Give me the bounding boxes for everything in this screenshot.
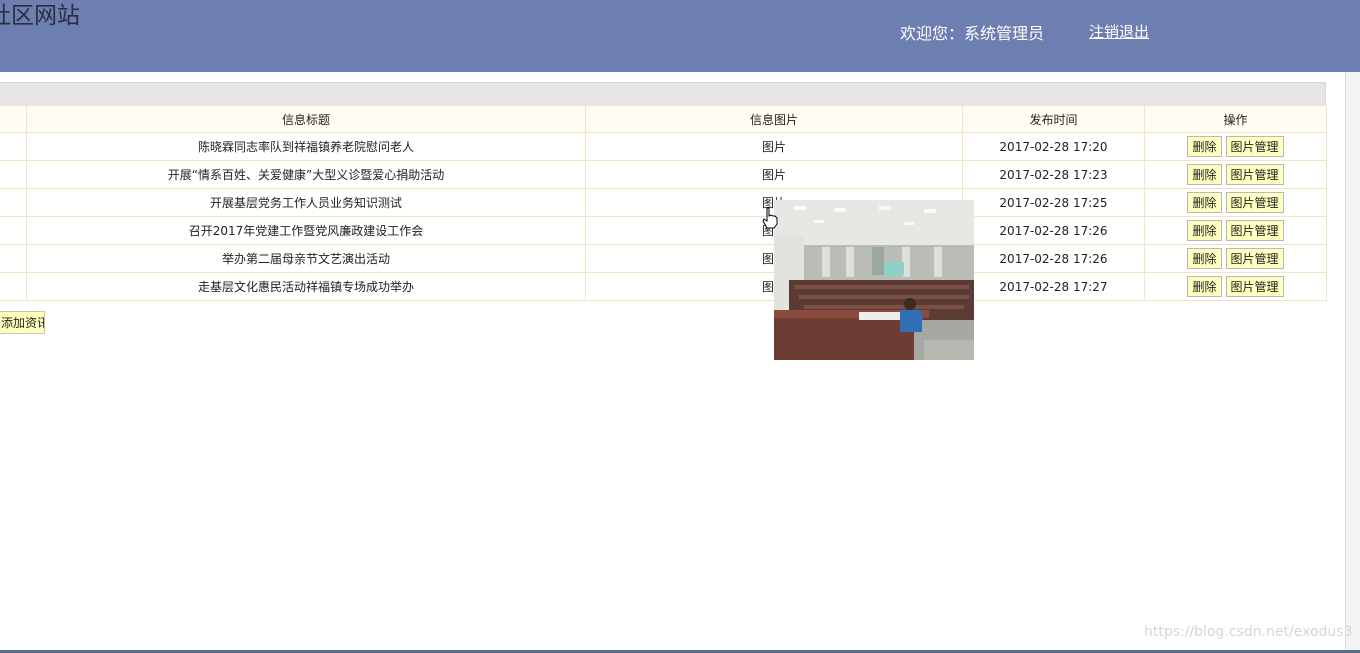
- image-manage-button[interactable]: 图片管理: [1225, 248, 1284, 269]
- table-header-row: 信息标题 信息图片 发布时间 操作: [0, 105, 1327, 133]
- row-time: 2017-02-28 17:25: [962, 188, 1145, 217]
- add-news-button[interactable]: 添加资讯: [0, 311, 45, 334]
- row-time: 2017-02-28 17:26: [962, 244, 1145, 273]
- row-actions: 删除 图片管理: [1144, 160, 1327, 189]
- delete-button[interactable]: 删除: [1187, 192, 1222, 213]
- row-title: 开展基层党务工作人员业务知识测试: [26, 188, 586, 217]
- row-time: 2017-02-28 17:20: [962, 132, 1145, 161]
- delete-button[interactable]: 删除: [1187, 220, 1222, 241]
- row-select-cell: [0, 160, 27, 189]
- column-header-select: [0, 105, 27, 133]
- column-header-time: 发布时间: [962, 105, 1145, 133]
- row-time: 2017-02-28 17:26: [962, 216, 1145, 245]
- news-table: 信息标题 信息图片 发布时间 操作 陈晓霖同志率队到祥福镇养老院慰问老人 图片 …: [0, 105, 1327, 301]
- meeting-room-photo: [774, 200, 974, 360]
- site-title: 社区网站: [0, 3, 80, 29]
- welcome-text: 欢迎您：系统管理员: [900, 24, 1045, 43]
- row-title: 走基层文化惠民活动祥福镇专场成功举办: [26, 272, 586, 301]
- row-select-cell: [0, 244, 27, 273]
- row-title: 开展“情系百姓、关爱健康”大型义诊暨爱心捐助活动: [26, 160, 586, 189]
- row-actions: 删除 图片管理: [1144, 272, 1327, 301]
- image-preview-popup: [774, 200, 974, 360]
- image-manage-button[interactable]: 图片管理: [1225, 276, 1284, 297]
- row-select-cell: [0, 188, 27, 217]
- table-row: 开展基层党务工作人员业务知识测试 图片 2017-02-28 17:25 删除图…: [0, 188, 1327, 217]
- table-row: 开展“情系百姓、关爱健康”大型义诊暨爱心捐助活动 图片 2017-02-28 1…: [0, 160, 1327, 189]
- column-header-image: 信息图片: [585, 105, 963, 133]
- row-actions: 删除 图片管理: [1144, 188, 1327, 217]
- image-manage-button[interactable]: 图片管理: [1225, 136, 1284, 157]
- column-header-title: 信息标题: [26, 105, 586, 133]
- vertical-scrollbar[interactable]: [1345, 72, 1360, 650]
- watermark-text: https://blog.csdn.net/exodus3: [1144, 624, 1353, 640]
- delete-button[interactable]: 删除: [1187, 136, 1222, 157]
- row-title: 召开2017年党建工作暨党风廉政建设工作会: [26, 216, 586, 245]
- row-time: 2017-02-28 17:27: [962, 272, 1145, 301]
- table-row: 陈晓霖同志率队到祥福镇养老院慰问老人 图片 2017-02-28 17:20 删…: [0, 132, 1327, 161]
- table-row: 举办第二届母亲节文艺演出活动 图片 2017-02-28 17:26 删除图片管…: [0, 244, 1327, 273]
- delete-button[interactable]: 删除: [1187, 248, 1222, 269]
- row-select-cell: [0, 216, 27, 245]
- image-manage-button[interactable]: 图片管理: [1225, 192, 1284, 213]
- column-header-actions: 操作: [1144, 105, 1327, 133]
- row-time: 2017-02-28 17:23: [962, 160, 1145, 189]
- row-select-cell: [0, 272, 27, 301]
- row-image-link[interactable]: 图片: [585, 132, 963, 161]
- hand-pointer-icon: [762, 207, 778, 229]
- delete-button[interactable]: 删除: [1187, 276, 1222, 297]
- row-select-cell: [0, 132, 27, 161]
- image-manage-button[interactable]: 图片管理: [1225, 164, 1284, 185]
- row-actions: 删除 图片管理: [1144, 244, 1327, 273]
- table-row: 召开2017年党建工作暨党风廉政建设工作会 图片 2017-02-28 17:2…: [0, 216, 1327, 245]
- delete-button[interactable]: 删除: [1187, 164, 1222, 185]
- table-row: 走基层文化惠民活动祥福镇专场成功举办 图片 2017-02-28 17:27 删…: [0, 272, 1327, 301]
- row-title: 陈晓霖同志率队到祥福镇养老院慰问老人: [26, 132, 586, 161]
- logout-link[interactable]: 注销退出: [1089, 21, 1149, 42]
- row-image-link[interactable]: 图片: [585, 160, 963, 189]
- row-actions: 删除 图片管理: [1144, 216, 1327, 245]
- table-title-bar: [0, 82, 1326, 107]
- site-header: 社区网站 欢迎您：系统管理员 注销退出: [0, 0, 1360, 72]
- row-actions: 删除 图片管理: [1144, 132, 1327, 161]
- row-title: 举办第二届母亲节文艺演出活动: [26, 244, 586, 273]
- image-manage-button[interactable]: 图片管理: [1225, 220, 1284, 241]
